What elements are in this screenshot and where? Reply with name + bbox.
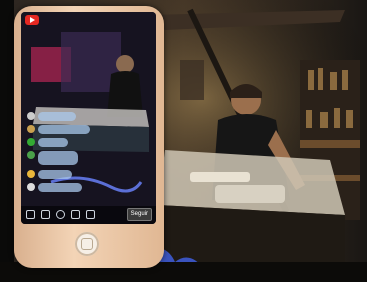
live-toolbar: Seguir <box>21 206 156 224</box>
follow-button[interactable]: Seguir <box>126 208 152 221</box>
share-icon[interactable] <box>26 210 35 219</box>
phone-screen: Seguir <box>21 12 156 224</box>
settings-icon[interactable] <box>71 210 80 219</box>
chat-message <box>38 112 76 121</box>
chat-avatar <box>27 183 35 191</box>
counter-items <box>190 172 250 182</box>
chat-avatar <box>27 112 35 120</box>
chat-icon[interactable] <box>86 210 95 219</box>
left-dark-edge <box>0 0 14 282</box>
chat-message <box>38 183 82 192</box>
counter-top <box>158 150 345 215</box>
home-square-icon <box>81 238 93 250</box>
chat-avatar <box>27 125 35 133</box>
chat-message <box>38 151 78 165</box>
smartphone: Seguir <box>14 6 164 268</box>
camera-icon[interactable] <box>56 210 65 219</box>
youtube-logo-icon <box>25 15 39 25</box>
chat-message <box>38 125 90 134</box>
home-button[interactable] <box>75 232 99 256</box>
chat-avatar <box>27 138 35 146</box>
chat-message <box>38 170 72 179</box>
chat-message <box>38 138 68 147</box>
chat-avatar <box>27 151 35 159</box>
chat-avatar <box>27 170 35 178</box>
photo-scene: Seguir <box>0 0 367 282</box>
effects-icon[interactable] <box>41 210 50 219</box>
